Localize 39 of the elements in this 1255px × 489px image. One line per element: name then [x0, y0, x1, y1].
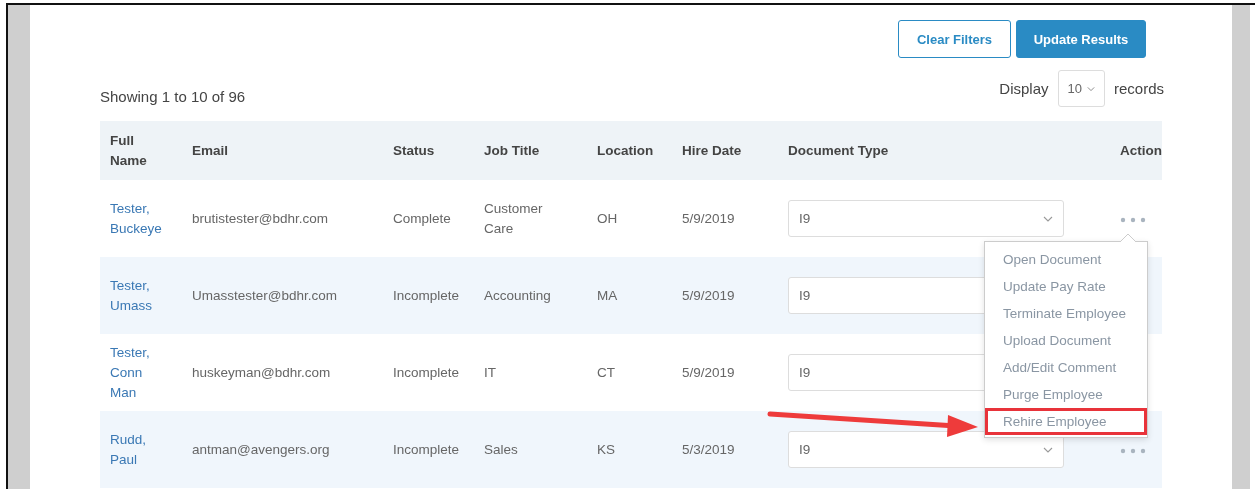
column-header: Full Name [100, 121, 182, 180]
table-cell-text: Sales [484, 440, 519, 459]
table-cell: brutistester@bdhr.com [192, 210, 328, 226]
document-type-select[interactable]: I9 [788, 200, 1064, 237]
records-label: records [1113, 80, 1164, 97]
table-cell: antman@avengers.org [192, 441, 330, 457]
table-cell: Incomplete [393, 287, 460, 303]
table-cell: 5/9/2019 [682, 364, 735, 380]
column-header: Location [587, 121, 672, 180]
table-cell: 5/9/2019 [682, 210, 735, 226]
table-cell: CT [597, 364, 615, 380]
table-cell: OH [597, 210, 618, 226]
table-cell-text: Customer Care [484, 199, 544, 238]
column-header: Job Title [474, 121, 587, 180]
table-cell: 5/9/2019 [682, 287, 735, 303]
table-cell: Complete [393, 210, 451, 226]
table-cell: 5/3/2019 [682, 441, 735, 457]
table-cell: MA [597, 287, 618, 303]
display-label: Display [999, 80, 1049, 97]
document-type-select[interactable]: I9 [788, 431, 1064, 468]
table-cell: Incomplete [393, 441, 460, 457]
results-summary: Showing 1 to 10 of 96 [100, 88, 246, 107]
update-results-button[interactable]: Update Results [1016, 20, 1146, 58]
column-header: Document Type [778, 121, 1088, 180]
table-cell: Umasstester@bdhr.com [192, 287, 337, 303]
employee-name-link[interactable]: Tester, Conn Man [110, 342, 158, 403]
column-header: Email [182, 121, 383, 180]
table-cell-text: Accounting [484, 286, 552, 305]
page-size-select[interactable]: 10 [1057, 70, 1105, 107]
table-cell: Incomplete [393, 364, 460, 380]
table-cell: huskeyman@bdhr.com [192, 364, 331, 380]
table-cell-text: IT [484, 363, 497, 382]
column-header: Status [383, 121, 474, 180]
column-header: Action [1088, 121, 1162, 180]
menu-item[interactable]: Open Document [985, 246, 1147, 273]
clear-filters-button[interactable]: Clear Filters [898, 20, 1011, 58]
column-header: Hire Date [672, 121, 778, 180]
menu-item[interactable]: Upload Document [985, 327, 1147, 354]
table-cell: KS [597, 441, 615, 457]
